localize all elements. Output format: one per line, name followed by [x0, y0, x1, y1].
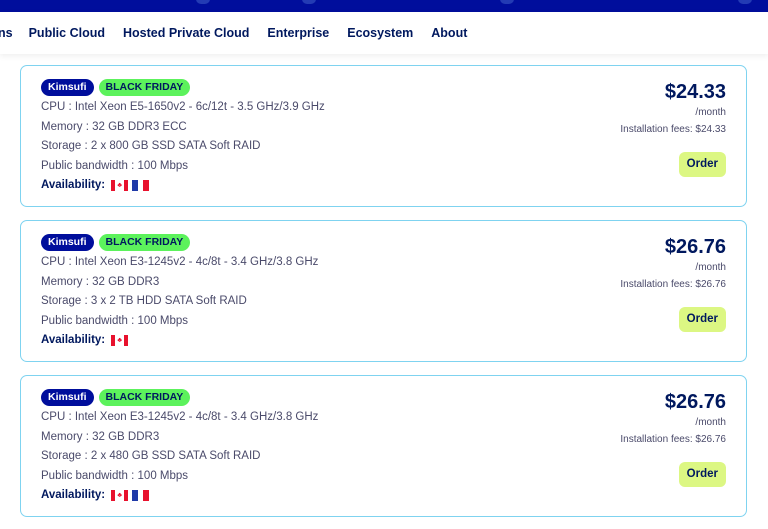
spec-bandwidth: Public bandwidth : 100 Mbps: [41, 469, 189, 482]
order-button[interactable]: Order: [678, 462, 726, 487]
server-offer-card: Kimsufi BLACK FRIDAY CPU : Intel Xeon E5…: [20, 65, 747, 207]
installation-fees: Installation fees: $24.33: [620, 124, 726, 135]
header-icon: [500, 0, 514, 4]
spec-cpu: CPU : Intel Xeon E3-1245v2 - 4c/8t - 3.4…: [41, 411, 319, 423]
price: $24.33: [664, 81, 726, 103]
nav-item-public-cloud[interactable]: Public Cloud: [29, 26, 105, 40]
brand-badge: Kimsufi: [41, 78, 94, 96]
spec-bandwidth: Public bandwidth : 100 Mbps: [41, 159, 189, 172]
spec-cpu: CPU : Intel Xeon E5-1650v2 - 6c/12t - 3.…: [41, 101, 325, 113]
header-icon: [196, 0, 210, 4]
top-header-strip: [0, 0, 768, 12]
price: $26.76: [664, 391, 726, 413]
brand-badge: Kimsufi: [41, 233, 94, 251]
spec-memory: Memory : 32 GB DDR3: [41, 275, 160, 288]
server-offer-card: Kimsufi BLACK FRIDAY CPU : Intel Xeon E3…: [20, 220, 747, 362]
nav-item-solutions[interactable]: ns: [0, 26, 13, 40]
price: $26.76: [664, 236, 726, 258]
canada-flag-icon: ♣: [111, 180, 129, 191]
main-nav: ns Public Cloud Hosted Private Cloud Ent…: [0, 12, 768, 54]
order-button[interactable]: Order: [678, 152, 726, 177]
nav-item-enterprise[interactable]: Enterprise: [267, 26, 329, 40]
order-button[interactable]: Order: [678, 307, 726, 332]
promo-badge: BLACK FRIDAY: [98, 388, 191, 406]
server-offer-card: Kimsufi BLACK FRIDAY CPU : Intel Xeon E3…: [20, 375, 747, 517]
availability-label: Availability:: [41, 179, 106, 191]
availability-row: Availability: ♣: [41, 331, 318, 350]
brand-badge: Kimsufi: [41, 388, 94, 406]
canada-flag-icon: ♣: [111, 490, 129, 501]
spec-storage: Storage : 3 x 2 TB HDD SATA Soft RAID: [41, 295, 247, 307]
installation-fees: Installation fees: $26.76: [620, 279, 726, 290]
availability-label: Availability:: [41, 334, 106, 346]
spec-storage: Storage : 2 x 480 GB SSD SATA Soft RAID: [41, 450, 261, 462]
nav-item-about[interactable]: About: [431, 26, 467, 40]
france-flag-icon: [132, 490, 150, 501]
nav-item-hosted-private-cloud[interactable]: Hosted Private Cloud: [123, 26, 249, 40]
promo-badge: BLACK FRIDAY: [98, 233, 191, 251]
header-icon: [302, 0, 316, 4]
spec-memory: Memory : 32 GB DDR3: [41, 430, 160, 443]
nav-item-ecosystem[interactable]: Ecosystem: [347, 26, 413, 40]
price-period: /month: [695, 107, 726, 118]
spec-memory: Memory : 32 GB DDR3 ECC: [41, 120, 187, 133]
header-icon: [738, 0, 752, 4]
spec-storage: Storage : 2 x 800 GB SSD SATA Soft RAID: [41, 140, 261, 152]
spec-cpu: CPU : Intel Xeon E3-1245v2 - 4c/8t - 3.4…: [41, 256, 319, 268]
price-period: /month: [695, 262, 726, 273]
spec-bandwidth: Public bandwidth : 100 Mbps: [41, 314, 189, 327]
canada-flag-icon: ♣: [111, 335, 129, 346]
availability-row: Availability: ♣: [41, 486, 318, 505]
availability-label: Availability:: [41, 489, 106, 501]
france-flag-icon: [132, 180, 150, 191]
price-period: /month: [695, 417, 726, 428]
installation-fees: Installation fees: $26.76: [620, 434, 726, 445]
promo-badge: BLACK FRIDAY: [98, 78, 191, 96]
availability-row: Availability: ♣: [41, 176, 325, 195]
